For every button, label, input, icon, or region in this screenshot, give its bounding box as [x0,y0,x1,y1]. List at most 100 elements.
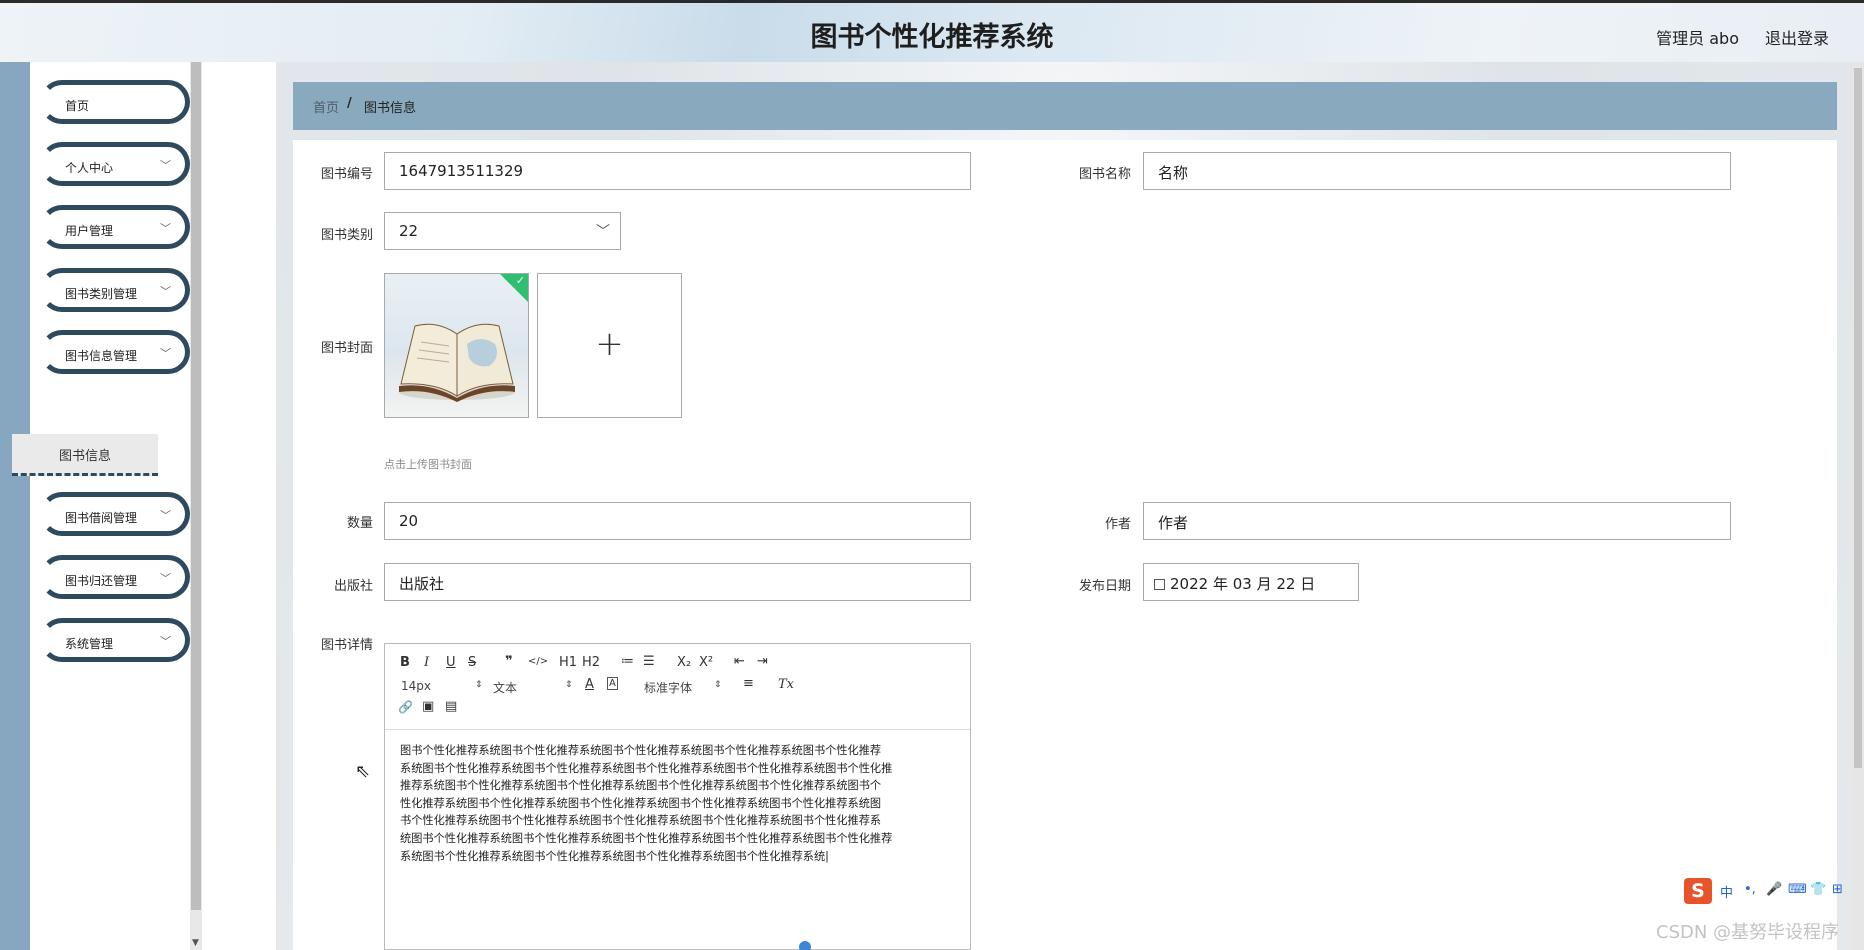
book-name-input[interactable]: 名称 [1143,152,1731,190]
editor-toolbar: B I U S ❞ </> H1 H2 ≔ ☰ X₂ X² ⇤ ⇥ 14px ⇕… [385,644,970,730]
ordered-list-button[interactable]: ≔ [621,654,634,669]
content-line: 书个性化推荐系统图书个性化推荐系统图书个性化推荐系统图书个性化推荐系统图书个性化… [400,814,882,828]
editor-content[interactable]: 图书个性化推荐系统图书个性化推荐系统图书个性化推荐系统图书个性化推荐系统图书个性… [400,742,956,865]
upload-cover-button[interactable]: + [537,273,682,418]
resize-handle[interactable] [799,941,811,950]
sidebar-item-label: 个人中心 [65,161,114,175]
scroll-down-arrow-icon[interactable]: ▼ [192,938,199,948]
rich-text-editor[interactable]: B I U S ❞ </> H1 H2 ≔ ☰ X₂ X² ⇤ ⇥ 14px ⇕… [384,643,971,950]
background-color-button[interactable]: A [607,677,618,690]
header-select[interactable]: 文本 ⇕ [493,679,573,696]
keyboard-icon[interactable]: ⌨ [1788,882,1807,897]
strike-button[interactable]: S [468,655,476,670]
microphone-icon[interactable]: 🎤 [1766,882,1782,897]
sidebar-item-label: 图书类别管理 [65,287,138,301]
breadcrumb-home-link[interactable]: 首页 [313,97,339,116]
top-header: 图书个性化推荐系统 管理员 abo 退出登录 [0,0,1864,62]
sidebar-item-home[interactable]: 首页 [40,80,190,124]
admin-user-label: 管理员 abo [1656,29,1739,48]
video-icon[interactable]: ▤ [445,699,457,714]
cover-upload-hint: 点击上传图书封面 [384,458,472,471]
mouse-pointer-icon: ⇖ [355,761,371,782]
category-select[interactable]: 22 ﹀ [384,212,621,250]
content-line: 推荐系统图书个性化推荐系统图书个性化推荐系统图书个性化推荐系统图书个性化推荐系统… [400,779,882,793]
logout-link[interactable]: 退出登录 [1765,25,1829,49]
content-gutter [202,62,276,950]
chevron-down-icon: ﹀ [160,159,171,172]
uploaded-cover-image[interactable]: ✓ [384,273,529,418]
clear-format-button[interactable]: Tx [778,677,794,692]
publisher-label: 出版社 [333,579,373,594]
content-line: 系统图书个性化推荐系统图书个性化推荐系统图书个性化推荐系统图书个性化推荐系统图书… [400,761,893,775]
quantity-input[interactable]: 20 [384,502,971,540]
font-family-select[interactable]: 标准字体 ⇕ [644,679,722,696]
sidebar-scrollbar[interactable]: ▼ [190,62,202,950]
chevron-down-icon: ﹀ [160,285,171,298]
check-icon: ✓ [515,274,525,287]
book-no-input[interactable]: 1647913511329 [384,152,971,190]
underline-button[interactable]: U [446,655,456,670]
chevron-down-icon: ﹀ [596,224,610,240]
sidebar-item-label: 用户管理 [65,224,114,238]
bullet-list-button[interactable]: ☰ [643,654,655,669]
select-arrows-icon: ⇕ [714,680,722,690]
sidebar-item-borrow-management[interactable]: 图书借阅管理 ﹀ [40,492,190,536]
ime-punctuation-icon[interactable]: •, [1744,882,1756,897]
author-input[interactable]: 作者 [1143,502,1731,540]
font-size-select[interactable]: 14px ⇕ [401,679,483,693]
font-color-button[interactable]: A [585,677,594,692]
ime-toolbar: S 中 •, 🎤 ⌨ 👕 ⊞ [1684,878,1852,904]
scrollbar-thumb[interactable] [191,62,201,910]
image-icon[interactable]: ▣ [422,699,434,714]
font-size-value: 14px [401,679,431,693]
h1-button[interactable]: H1 [559,655,577,670]
select-arrows-icon: ⇕ [475,680,483,690]
sidebar-item-system-management[interactable]: 系统管理 ﹀ [40,618,190,662]
quantity-label: 数量 [346,516,373,531]
sidebar-item-user-management[interactable]: 用户管理 ﹀ [40,205,190,249]
content-line: 性化推荐系统图书个性化推荐系统图书个性化推荐系统图书个性化推荐系统图书个性化推荐… [400,796,882,810]
book-no-label: 图书编号 [320,167,373,182]
page-scrollbar[interactable] [1852,62,1864,950]
scrollbar-thumb[interactable] [1854,68,1862,768]
calendar-icon [1154,579,1165,590]
indent-button[interactable]: ⇥ [757,654,768,669]
content-line: 图书个性化推荐系统图书个性化推荐系统图书个性化推荐系统图书个性化推荐系统图书个性… [400,744,882,757]
sidebar-subitem-label: 图书信息 [58,449,111,464]
author-label: 作者 [1104,517,1131,532]
detail-label: 图书详情 [320,638,373,653]
breadcrumb: 首页 / 图书信息 [293,82,1837,130]
sidebar-item-label: 图书借阅管理 [65,511,138,525]
publish-date-value: 2022 年 03 月 22 日 [1170,575,1316,593]
superscript-button[interactable]: X² [699,655,713,670]
font-family-value: 标准字体 [644,681,693,695]
h2-button[interactable]: H2 [582,655,600,670]
sidebar-subitem-book-info[interactable]: 图书信息 [12,434,158,476]
category-label: 图书类别 [320,228,373,243]
skin-icon[interactable]: 👕 [1810,882,1826,897]
csdn-watermark: CSDN @基努毕设程序 [1656,922,1840,943]
blockquote-button[interactable]: ❞ [505,654,513,669]
align-button[interactable]: ≡ [743,676,754,691]
chevron-down-icon: ﹀ [160,572,171,585]
sidebar-item-category-management[interactable]: 图书类别管理 ﹀ [40,268,190,312]
italic-button[interactable]: I [424,655,429,670]
sidebar: 首页 个人中心 ﹀ 用户管理 ﹀ 图书类别管理 ﹀ 图书信息管理 ﹀ 图书信息 … [12,62,190,950]
sogou-logo-icon[interactable]: S [1684,878,1712,904]
sidebar-item-label: 首页 [65,99,90,113]
sidebar-item-label: 图书归还管理 [65,574,138,588]
code-block-button[interactable]: </> [528,656,548,667]
subscript-button[interactable]: X₂ [677,655,691,670]
sidebar-item-book-info-management[interactable]: 图书信息管理 ﹀ [40,330,190,374]
chevron-down-icon: ﹀ [160,222,171,235]
outdent-button[interactable]: ⇤ [734,654,745,669]
publish-date-picker[interactable]: 2022 年 03 月 22 日 [1143,563,1359,601]
sidebar-item-return-management[interactable]: 图书归还管理 ﹀ [40,555,190,599]
sidebar-item-personal-center[interactable]: 个人中心 ﹀ [40,142,190,186]
ime-chinese-mode[interactable]: 中 [1720,882,1733,901]
bold-button[interactable]: B [400,655,410,670]
plus-icon: + [595,324,624,364]
publisher-input[interactable]: 出版社 [384,563,971,601]
link-icon[interactable]: 🔗 [398,700,413,714]
toolbox-icon[interactable]: ⊞ [1832,882,1843,897]
